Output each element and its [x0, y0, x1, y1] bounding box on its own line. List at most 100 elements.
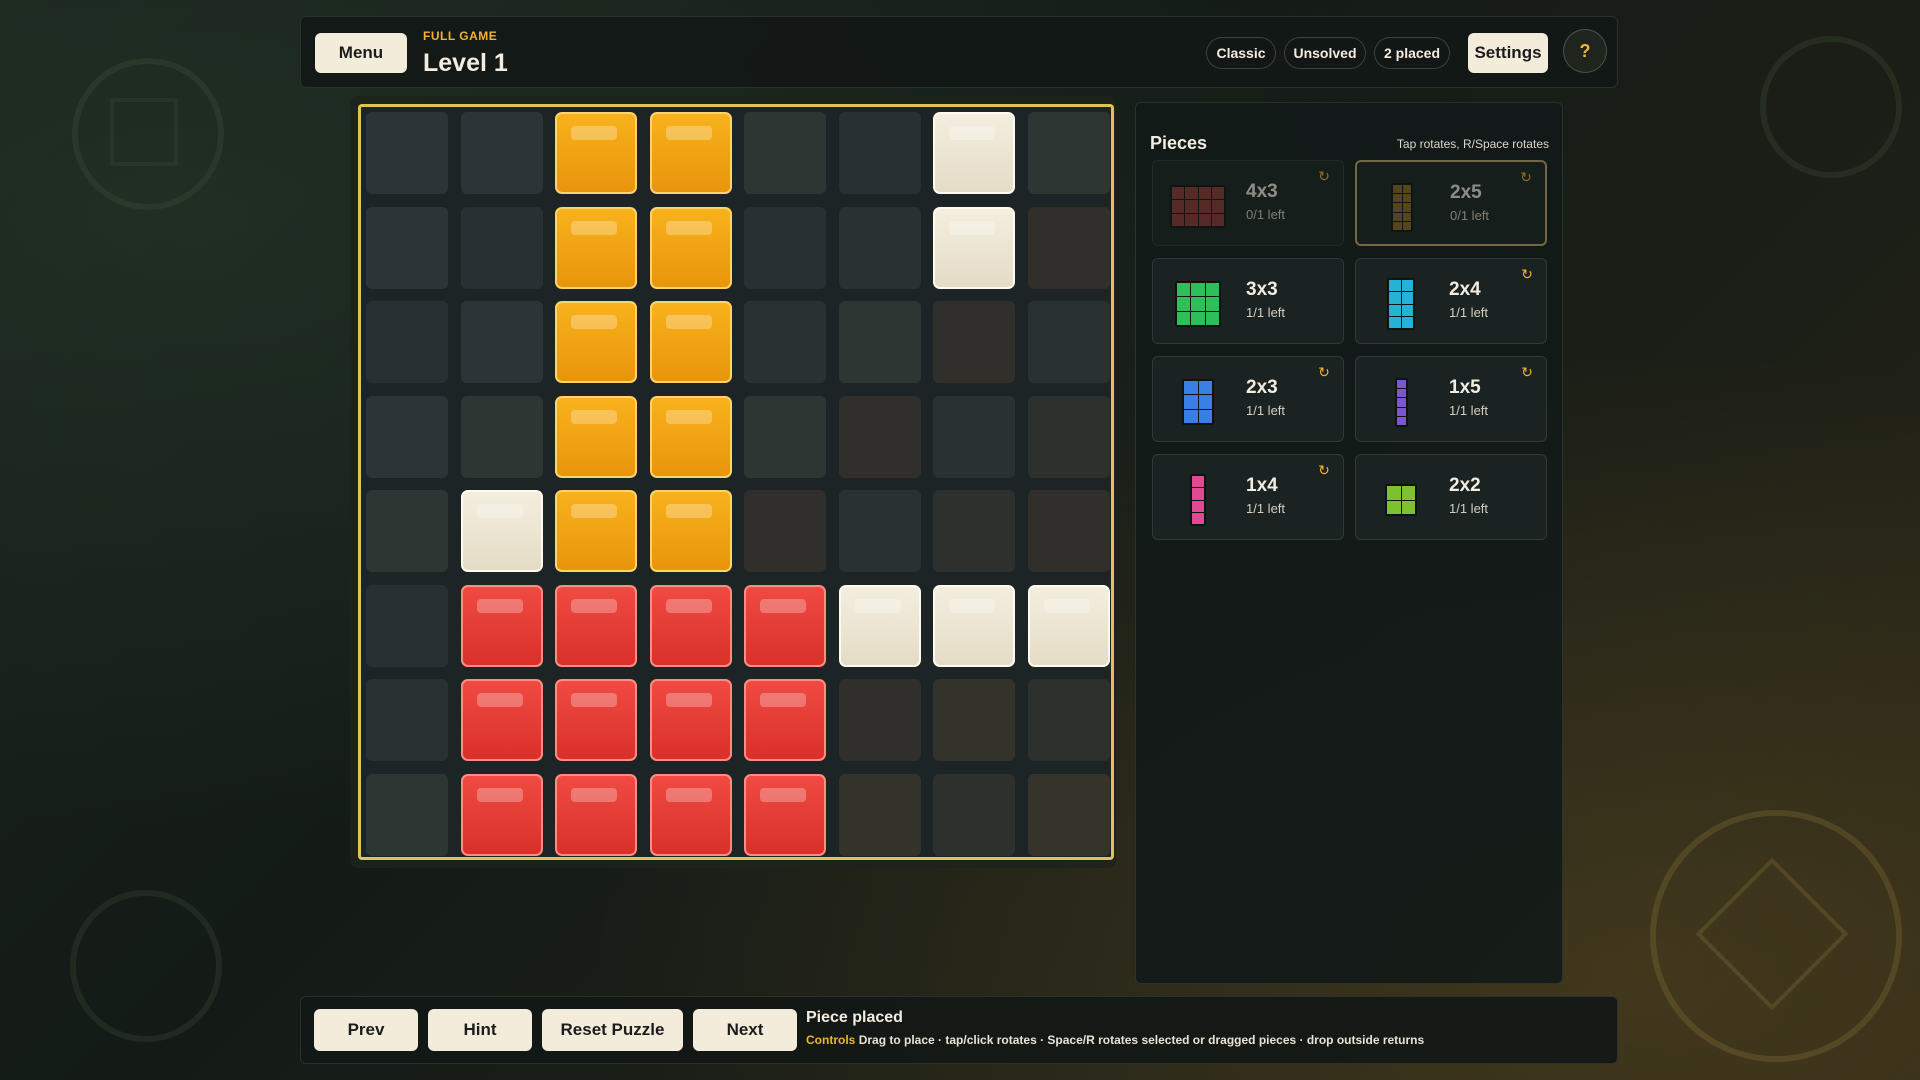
board-cell[interactable]	[744, 490, 826, 572]
placed-tile-orange[interactable]	[555, 490, 637, 572]
board-cell[interactable]	[1027, 301, 1110, 383]
piece-card-2x5[interactable]: 2x5 0/1 left ↻	[1355, 160, 1547, 246]
board-cell[interactable]	[1027, 773, 1110, 856]
rotate-icon[interactable]: ↻	[1315, 167, 1333, 185]
panel-hint: Tap rotates, R/Space rotates	[1396, 137, 1549, 151]
game-board[interactable]	[358, 104, 1114, 860]
background-medallion-bottom-left	[70, 890, 222, 1042]
board-cell[interactable]	[744, 395, 826, 478]
reset-puzzle-button[interactable]: Reset Puzzle	[542, 1009, 683, 1051]
piece-block	[1198, 187, 1211, 200]
placed-tile-red[interactable]	[649, 584, 732, 667]
board-cell[interactable]	[838, 773, 921, 856]
piece-block	[1401, 292, 1413, 304]
placed-tile-orange[interactable]	[649, 395, 732, 478]
placed-tile-red[interactable]	[555, 679, 637, 761]
piece-card-3x3[interactable]: 3x3 1/1 left	[1152, 258, 1344, 344]
board-cell[interactable]	[838, 679, 921, 761]
board-cell[interactable]	[366, 395, 448, 478]
placed-tile-orange[interactable]	[555, 206, 637, 289]
piece-card-2x3[interactable]: 2x3 1/1 left ↻	[1152, 356, 1344, 442]
rotate-icon[interactable]: ↻	[1517, 168, 1535, 186]
board-cell[interactable]	[366, 773, 448, 856]
placed-tile-orange[interactable]	[555, 301, 637, 383]
rotate-icon[interactable]: ↻	[1518, 363, 1536, 381]
placed-tile-red[interactable]	[555, 584, 637, 667]
placed-tile-cream[interactable]	[933, 206, 1015, 289]
piece-block	[1401, 304, 1413, 316]
placed-tile-cream[interactable]	[460, 490, 543, 572]
rotate-icon[interactable]: ↻	[1315, 363, 1333, 381]
placed-tile-orange[interactable]	[649, 206, 732, 289]
placed-tile-red[interactable]	[460, 584, 543, 667]
board-cell[interactable]	[744, 206, 826, 289]
piece-card-2x2[interactable]: 2x2 1/1 left	[1355, 454, 1547, 540]
board-cell[interactable]	[838, 112, 921, 194]
placed-tile-cream[interactable]	[1027, 584, 1110, 667]
mode-subtitle: FULL GAME	[423, 29, 498, 43]
menu-button[interactable]: Menu	[315, 33, 407, 73]
piece-shape	[1387, 278, 1415, 330]
help-button[interactable]: ?	[1563, 29, 1607, 73]
piece-card-4x3[interactable]: 4x3 0/1 left ↻	[1152, 160, 1344, 246]
board-cell[interactable]	[933, 301, 1015, 383]
piece-block	[1205, 297, 1219, 311]
placed-tile-orange[interactable]	[649, 112, 732, 194]
board-cell[interactable]	[744, 301, 826, 383]
board-cell[interactable]	[933, 490, 1015, 572]
board-cell[interactable]	[838, 490, 921, 572]
piece-shape	[1391, 183, 1413, 232]
placed-tile-orange[interactable]	[649, 301, 732, 383]
hint-button[interactable]: Hint	[428, 1009, 532, 1051]
placed-tile-orange[interactable]	[555, 112, 637, 194]
board-cell[interactable]	[933, 395, 1015, 478]
rotate-icon[interactable]: ↻	[1518, 265, 1536, 283]
board-cell[interactable]	[460, 112, 543, 194]
placed-tile-red[interactable]	[744, 679, 826, 761]
board-cell[interactable]	[933, 679, 1015, 761]
board-cell[interactable]	[933, 773, 1015, 856]
board-cell[interactable]	[1027, 490, 1110, 572]
piece-card-1x4[interactable]: 1x4 1/1 left ↻	[1152, 454, 1344, 540]
board-cell[interactable]	[838, 206, 921, 289]
prev-button[interactable]: Prev	[314, 1009, 418, 1051]
piece-block	[1401, 500, 1415, 514]
next-button[interactable]: Next	[693, 1009, 797, 1051]
piece-preview-icon	[1375, 180, 1425, 232]
board-cell[interactable]	[366, 206, 448, 289]
placed-tile-red[interactable]	[744, 584, 826, 667]
board-cell[interactable]	[838, 301, 921, 383]
board-cell[interactable]	[366, 679, 448, 761]
piece-card-2x4[interactable]: 2x4 1/1 left ↻	[1355, 258, 1547, 344]
piece-preview-icon	[1374, 473, 1424, 523]
board-cell[interactable]	[366, 112, 448, 194]
placed-tile-cream[interactable]	[933, 112, 1015, 194]
piece-card-1x5[interactable]: 1x5 1/1 left ↻	[1355, 356, 1547, 442]
board-cell[interactable]	[744, 112, 826, 194]
board-cell[interactable]	[460, 395, 543, 478]
board-cell[interactable]	[366, 490, 448, 572]
placed-tile-red[interactable]	[649, 773, 732, 856]
board-cell[interactable]	[366, 584, 448, 667]
board-cell[interactable]	[460, 206, 543, 289]
placed-tile-red[interactable]	[460, 773, 543, 856]
board-cell[interactable]	[838, 395, 921, 478]
board-cell[interactable]	[1027, 395, 1110, 478]
placed-tile-orange[interactable]	[649, 490, 732, 572]
board-cell[interactable]	[1027, 679, 1110, 761]
board-cell[interactable]	[1027, 206, 1110, 289]
board-cell[interactable]	[460, 301, 543, 383]
placed-tile-red[interactable]	[460, 679, 543, 761]
placed-tile-red[interactable]	[649, 679, 732, 761]
placed-tile-red[interactable]	[744, 773, 826, 856]
piece-block	[1198, 213, 1211, 226]
placed-tile-red[interactable]	[555, 773, 637, 856]
placed-tile-orange[interactable]	[555, 395, 637, 478]
placed-tile-cream[interactable]	[838, 584, 921, 667]
piece-block	[1393, 185, 1402, 194]
board-cell[interactable]	[1027, 112, 1110, 194]
placed-tile-cream[interactable]	[933, 584, 1015, 667]
board-cell[interactable]	[366, 301, 448, 383]
settings-button[interactable]: Settings	[1468, 33, 1548, 73]
rotate-icon[interactable]: ↻	[1315, 461, 1333, 479]
